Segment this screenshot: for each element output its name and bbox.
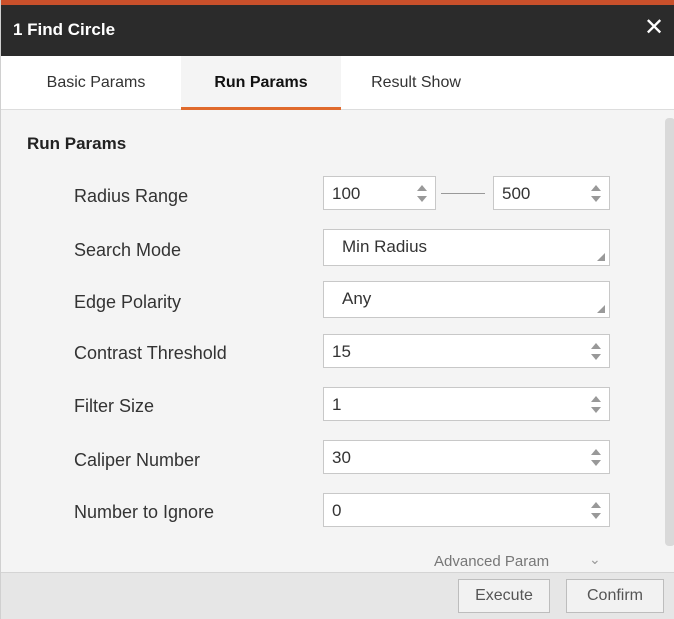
radius-range-label: Radius Range xyxy=(74,186,189,206)
section-title: Run Params xyxy=(27,134,127,153)
contrast-threshold-value: 15 xyxy=(332,342,351,361)
window-title: 1 Find Circle xyxy=(13,20,116,39)
spinner-icon[interactable] xyxy=(417,183,427,205)
edge-polarity-label: Edge Polarity xyxy=(74,292,182,312)
spinner-icon[interactable] xyxy=(591,394,601,416)
range-separator xyxy=(441,193,485,194)
edge-polarity-select[interactable]: Any xyxy=(323,281,610,318)
search-mode-select[interactable]: Min Radius xyxy=(323,229,610,266)
resize-corner-icon xyxy=(597,253,605,261)
filter-size-value: 1 xyxy=(332,395,342,414)
radius-max-input[interactable]: 500 xyxy=(493,176,610,210)
edge-polarity-value: Any xyxy=(342,289,372,308)
advanced-param-toggle[interactable]: Advanced Param xyxy=(434,553,549,570)
find-circle-dialog: 1 Find Circle ✕ Basic Params Run Params … xyxy=(0,0,674,619)
vertical-scrollbar[interactable] xyxy=(665,118,674,546)
spinner-icon[interactable] xyxy=(591,500,601,522)
chevron-down-icon[interactable]: ⌄ xyxy=(589,551,601,568)
filter-size-label: Filter Size xyxy=(74,396,155,416)
contrast-threshold-input[interactable]: 15 xyxy=(323,334,610,368)
radius-min-value: 100 xyxy=(332,184,361,203)
close-icon[interactable]: ✕ xyxy=(641,15,667,41)
caliper-number-label: Caliper Number xyxy=(74,450,201,470)
footer-bar: Execute Confirm xyxy=(1,572,674,619)
search-mode-label: Search Mode xyxy=(74,240,182,260)
contrast-threshold-label: Contrast Threshold xyxy=(74,343,227,363)
number-to-ignore-label: Number to Ignore xyxy=(74,502,215,522)
confirm-button[interactable]: Confirm xyxy=(566,579,664,613)
spinner-icon[interactable] xyxy=(591,341,601,363)
number-to-ignore-input[interactable]: 0 xyxy=(323,493,610,527)
resize-corner-icon xyxy=(597,305,605,313)
filter-size-input[interactable]: 1 xyxy=(323,387,610,421)
tab-result-show[interactable]: Result Show xyxy=(341,56,491,110)
radius-max-value: 500 xyxy=(502,184,531,203)
title-bar: 1 Find Circle ✕ xyxy=(1,0,674,56)
execute-button[interactable]: Execute xyxy=(458,579,550,613)
search-mode-value: Min Radius xyxy=(342,237,428,256)
number-to-ignore-value: 0 xyxy=(332,501,342,520)
tab-bar: Basic Params Run Params Result Show xyxy=(1,56,674,110)
spinner-icon[interactable] xyxy=(591,183,601,205)
tab-run-params[interactable]: Run Params xyxy=(181,56,341,110)
radius-min-input[interactable]: 100 xyxy=(323,176,436,210)
caliper-number-input[interactable]: 30 xyxy=(323,440,610,474)
caliper-number-value: 30 xyxy=(332,448,351,467)
tab-basic-params[interactable]: Basic Params xyxy=(21,56,171,110)
spinner-icon[interactable] xyxy=(591,447,601,469)
